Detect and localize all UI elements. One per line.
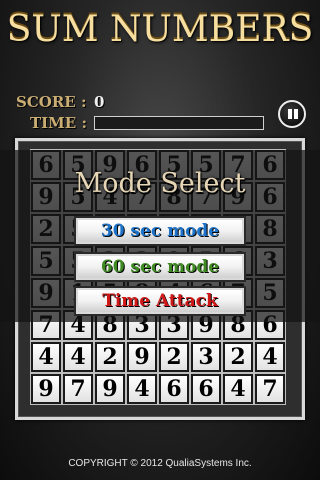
pause-icon-bar-right: [294, 109, 298, 119]
mode-60-sec-label: 60 sec mode: [100, 257, 220, 277]
time-attack-button[interactable]: Time Attack: [74, 286, 246, 316]
number-tile[interactable]: 2: [158, 341, 190, 373]
number-tile[interactable]: 7: [254, 373, 286, 405]
time-bar: [94, 116, 264, 130]
number-tile[interactable]: 3: [190, 341, 222, 373]
mode-60-sec-button[interactable]: 60 sec mode: [74, 252, 246, 282]
number-tile[interactable]: 4: [222, 373, 254, 405]
time-label: TIME :: [30, 114, 87, 132]
number-tile[interactable]: 7: [62, 373, 94, 405]
time-attack-label: Time Attack: [102, 291, 218, 311]
pause-icon-bar-left: [288, 109, 292, 119]
number-tile[interactable]: 4: [30, 341, 62, 373]
number-tile[interactable]: 2: [222, 341, 254, 373]
game-title: SUM NUMBERS: [0, 8, 320, 49]
mode-30-sec-button[interactable]: 30 sec mode: [74, 216, 246, 246]
number-tile[interactable]: 4: [254, 341, 286, 373]
number-tile[interactable]: 4: [62, 341, 94, 373]
number-tile[interactable]: 4: [126, 373, 158, 405]
score-label: SCORE :: [16, 93, 87, 111]
number-tile[interactable]: 9: [30, 373, 62, 405]
number-tile[interactable]: 2: [94, 341, 126, 373]
number-tile[interactable]: 9: [94, 373, 126, 405]
copyright: COPYRIGHT © 2012 QualiaSystems Inc.: [68, 458, 252, 469]
pause-button[interactable]: [278, 100, 306, 128]
mode-30-sec-label: 30 sec mode: [100, 221, 220, 241]
number-tile[interactable]: 6: [190, 373, 222, 405]
mode-select-title: Mode Select: [74, 168, 246, 199]
score-value: 0: [94, 93, 105, 111]
number-tile[interactable]: 6: [158, 373, 190, 405]
number-tile[interactable]: 9: [126, 341, 158, 373]
